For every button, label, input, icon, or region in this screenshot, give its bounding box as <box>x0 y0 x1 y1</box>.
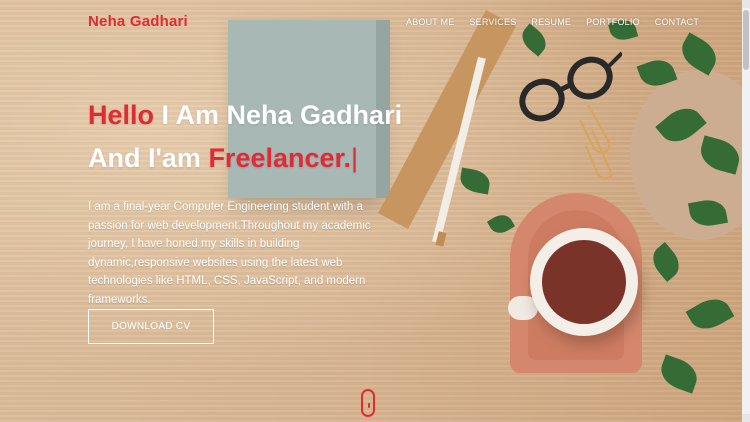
nav-item-portfolio[interactable]: PORTFOLIO <box>586 17 640 27</box>
scroll-down-arrow-icon[interactable] <box>742 414 750 422</box>
hero-section: Neha Gadhari ABOUT ME SERVICES RESUME PO… <box>0 0 742 422</box>
hero-role-prefix: And I'am <box>88 143 209 173</box>
hero-heading-line2: And I'am Freelancer.| <box>88 143 358 174</box>
hero-hello: Hello <box>88 100 155 130</box>
hero-role: Freelancer. <box>208 143 352 173</box>
nav-item-about-me[interactable]: ABOUT ME <box>406 17 454 27</box>
mouse-scroll-icon[interactable] <box>361 389 375 417</box>
hero-heading-line1: Hello I Am Neha Gadhari <box>88 100 402 131</box>
mouse-wheel-dot <box>368 403 370 408</box>
download-cv-button[interactable]: DOWNLOAD CV <box>88 309 214 344</box>
scroll-up-arrow-icon[interactable] <box>742 0 750 8</box>
nav-item-contact[interactable]: CONTACT <box>655 17 699 27</box>
hero-name: I Am Neha Gadhari <box>154 100 403 130</box>
nav-item-services[interactable]: SERVICES <box>469 17 516 27</box>
main-nav: ABOUT ME SERVICES RESUME PORTFOLIO CONTA… <box>406 17 699 27</box>
scrollbar-thumb[interactable] <box>743 10 749 70</box>
brand-logo[interactable]: Neha Gadhari <box>88 13 188 30</box>
typing-cursor: | <box>351 143 359 173</box>
nav-item-resume[interactable]: RESUME <box>531 17 571 27</box>
hero-description: I am a final-year Computer Engineering s… <box>88 201 371 306</box>
page-scrollbar[interactable] <box>742 0 750 422</box>
